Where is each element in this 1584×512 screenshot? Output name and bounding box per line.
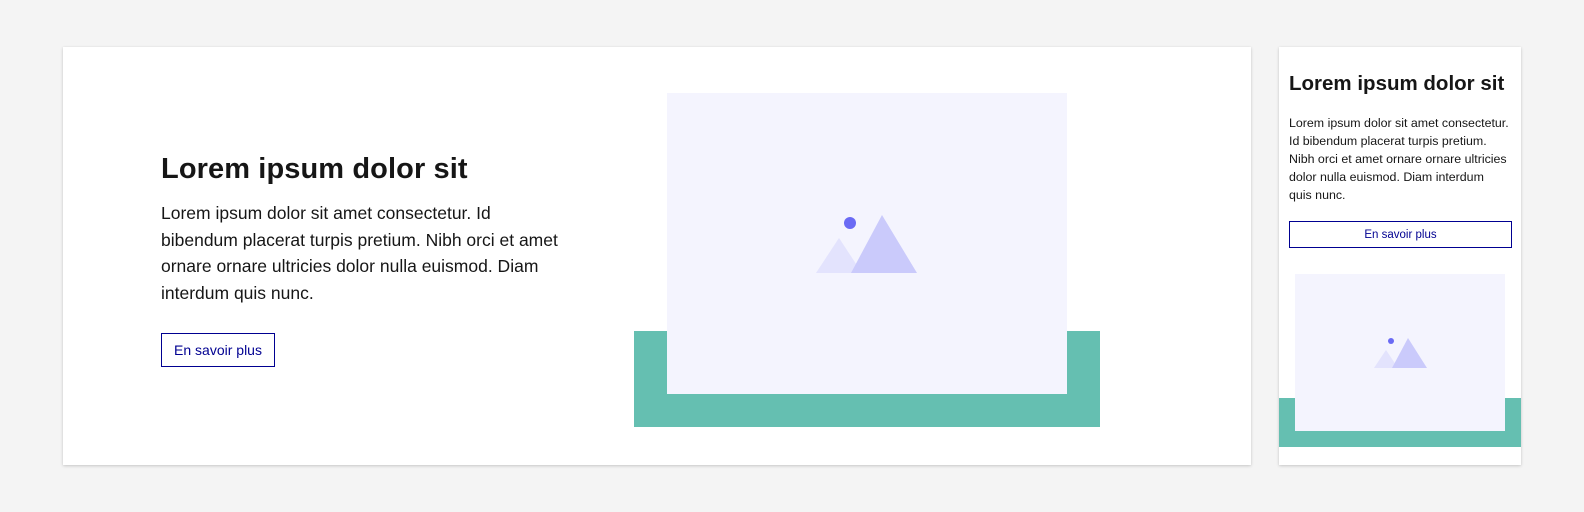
desktop-card: Lorem ipsum dolor sit Lorem ipsum dolor …: [63, 47, 1251, 465]
desktop-card-text: Lorem ipsum dolor sit Lorem ipsum dolor …: [161, 151, 561, 306]
desktop-card-description: Lorem ipsum dolor sit amet consectetur. …: [161, 203, 558, 303]
mobile-learn-more-button[interactable]: En savoir plus: [1289, 221, 1512, 248]
desktop-image-placeholder: [667, 93, 1067, 394]
image-placeholder-icon: [1374, 338, 1427, 368]
mobile-card-description: Lorem ipsum dolor sit amet consectetur. …: [1289, 116, 1509, 202]
mobile-image-placeholder: [1295, 274, 1505, 431]
image-placeholder-icon: [816, 215, 917, 273]
mobile-card: Lorem ipsum dolor sit Lorem ipsum dolor …: [1279, 47, 1521, 465]
desktop-card-title: Lorem ipsum dolor sit: [161, 153, 468, 185]
desktop-learn-more-button[interactable]: En savoir plus: [161, 333, 275, 367]
mobile-card-title: Lorem ipsum dolor sit: [1289, 72, 1505, 95]
